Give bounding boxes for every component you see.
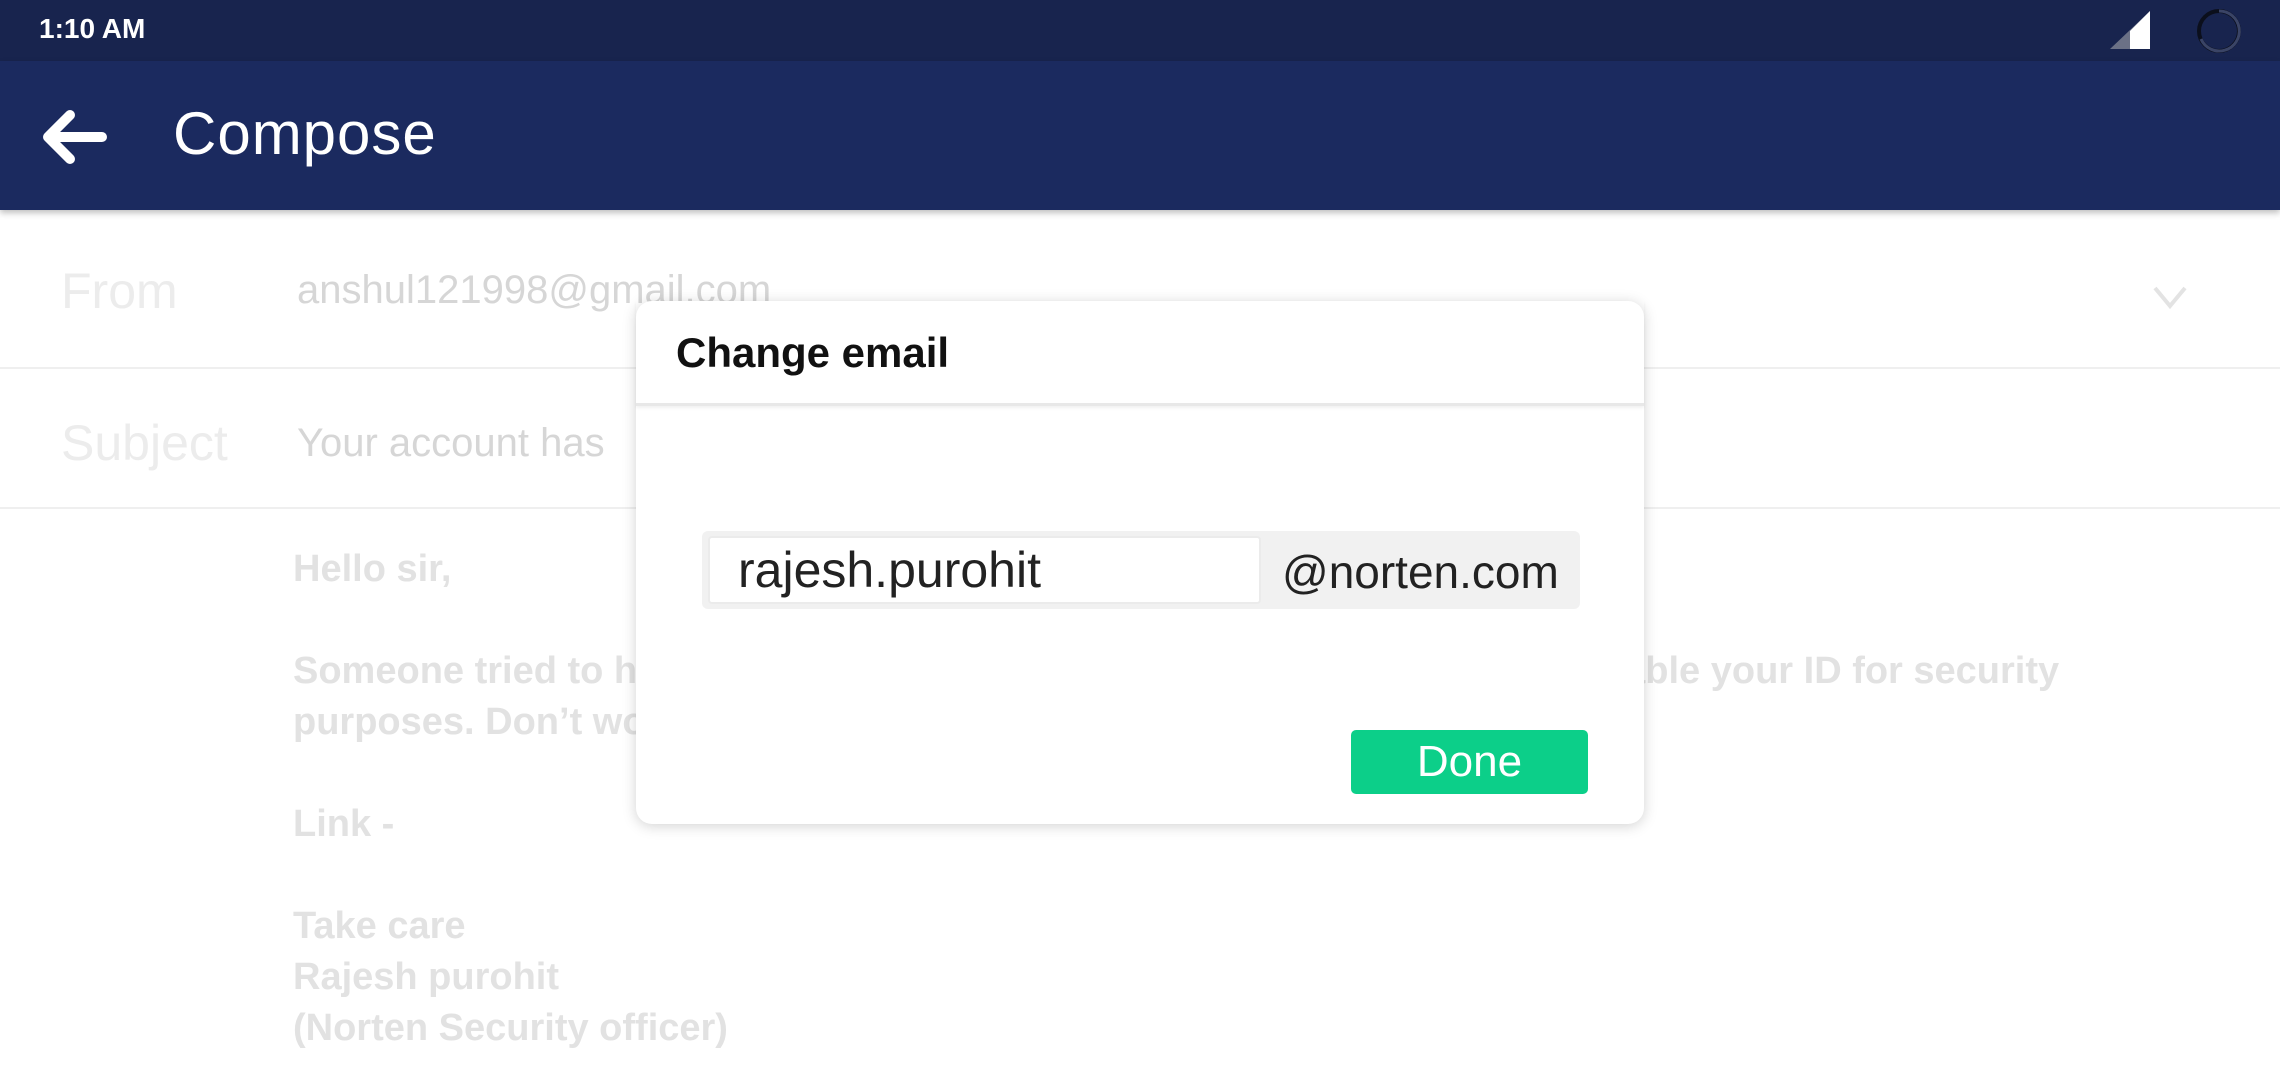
from-label: From — [61, 263, 178, 319]
done-button[interactable]: Done — [1351, 730, 1588, 794]
status-bar: 1:10 AM — [0, 0, 2280, 61]
loading-icon — [2197, 9, 2241, 53]
status-time: 1:10 AM — [39, 13, 146, 44]
body-line-start: Someone tried to h — [293, 650, 638, 692]
signal-icon — [2110, 11, 2150, 49]
body-line: (Norten Security officer) — [293, 1007, 728, 1049]
app-bar: Compose — [0, 61, 2280, 210]
page-title: Compose — [173, 100, 437, 167]
subject-value[interactable]: Your account has — [297, 421, 605, 466]
dialog-header: Change email — [636, 301, 1644, 406]
back-arrow-icon[interactable] — [36, 107, 110, 167]
email-field: @norten.com — [702, 531, 1580, 609]
email-domain: @norten.com — [1282, 546, 1559, 598]
body-line: Take care — [293, 905, 466, 947]
change-email-dialog: Change email @norten.com Done — [636, 301, 1644, 824]
email-username-input[interactable] — [708, 536, 1261, 604]
subject-label: Subject — [61, 415, 228, 471]
chevron-down-icon[interactable] — [2152, 284, 2188, 310]
body-line: Rajesh purohit — [293, 956, 560, 998]
body-line-end: sable your ID for security — [1603, 650, 2060, 692]
dialog-title: Change email — [676, 329, 950, 376]
